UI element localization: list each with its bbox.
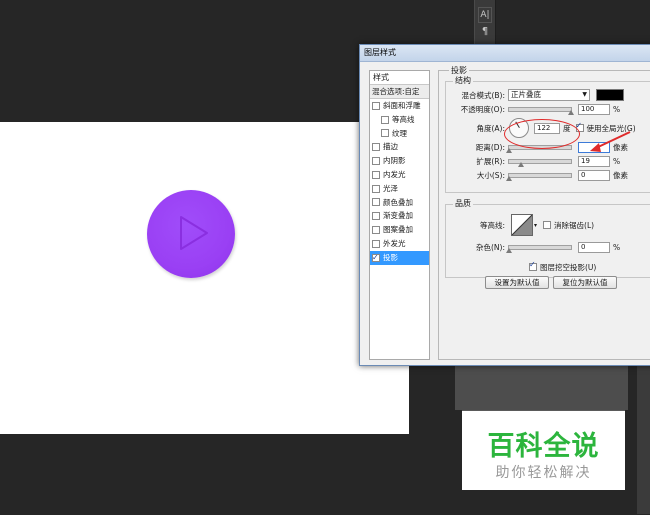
dialog-title[interactable]: 图层样式 xyxy=(360,45,650,62)
opacity-input[interactable]: 100 xyxy=(578,103,610,115)
spread-slider[interactable] xyxy=(508,158,572,167)
style-item-label: 斜面和浮雕 xyxy=(383,101,421,110)
play-button-shape xyxy=(147,190,235,278)
style-item-checkbox[interactable] xyxy=(372,251,380,264)
slider-thumb[interactable] xyxy=(568,109,574,115)
contour-curve-icon xyxy=(511,214,533,236)
reset-default-button[interactable]: 复位为默认值 xyxy=(553,276,617,289)
chevron-down-icon: ▼ xyxy=(582,91,587,98)
make-default-button[interactable]: 设置为默认值 xyxy=(485,276,549,289)
panel-background xyxy=(455,364,628,410)
slider-thumb[interactable] xyxy=(506,175,512,181)
layer-style-dialog: 图层样式 样式 混合选项:自定 斜面和浮雕等高线纹理描边内阴影内发光光泽颜色叠加… xyxy=(359,44,650,366)
angle-label: 角度(A): xyxy=(476,123,505,133)
shadow-color-swatch[interactable] xyxy=(596,89,624,101)
style-item-checkbox[interactable] xyxy=(372,157,380,166)
blend-mode-select[interactable]: 正片叠底 ▼ xyxy=(508,89,590,101)
style-list: 样式 混合选项:自定 斜面和浮雕等高线纹理描边内阴影内发光光泽颜色叠加渐变叠加图… xyxy=(369,70,430,360)
style-item[interactable]: 内发光 xyxy=(370,168,429,182)
style-item[interactable]: 图案叠加 xyxy=(370,223,429,237)
slider-thumb[interactable] xyxy=(517,161,524,167)
style-item[interactable]: 内阴影 xyxy=(370,154,429,168)
distance-label: 距离(D): xyxy=(475,142,505,152)
opacity-label: 不透明度(O): xyxy=(460,104,505,114)
style-item-label: 等高线 xyxy=(392,114,415,124)
slider-thumb[interactable] xyxy=(506,247,512,253)
paragraph-icon[interactable]: ¶ xyxy=(475,23,495,41)
style-item[interactable]: 外发光 xyxy=(370,237,429,251)
style-item-label: 内发光 xyxy=(383,169,406,179)
annotation-ellipse xyxy=(504,119,580,149)
style-item-checkbox[interactable] xyxy=(381,115,389,124)
style-item-label: 描边 xyxy=(383,142,398,152)
style-item-label: 纹理 xyxy=(392,128,407,138)
contour-picker[interactable] xyxy=(511,214,533,236)
structure-title: 结构 xyxy=(453,75,473,86)
style-item-label: 渐变叠加 xyxy=(383,211,413,221)
watermark-subtitle: 助你轻松解决 xyxy=(495,465,592,481)
style-item-label: 颜色叠加 xyxy=(383,197,413,207)
size-unit: 像素 xyxy=(613,170,628,180)
style-item-checkbox[interactable] xyxy=(372,143,380,152)
style-item[interactable]: 颜色叠加 xyxy=(370,196,429,210)
style-item-label: 外发光 xyxy=(383,238,406,248)
style-item-label: 投影 xyxy=(383,252,398,262)
style-item[interactable]: 纹理 xyxy=(370,127,429,141)
blend-mode-label: 混合模式(B): xyxy=(461,90,505,100)
style-item-checkbox[interactable] xyxy=(372,226,380,235)
anti-alias-checkbox[interactable] xyxy=(543,221,552,229)
style-item-checkbox[interactable] xyxy=(372,239,380,248)
style-item-checkbox[interactable] xyxy=(381,129,389,138)
noise-label: 杂色(N): xyxy=(476,242,505,252)
watermark-title: 百科全说 xyxy=(487,431,600,462)
style-items: 斜面和浮雕等高线纹理描边内阴影内发光光泽颜色叠加渐变叠加图案叠加外发光投影 xyxy=(370,99,429,265)
style-item[interactable]: 渐变叠加 xyxy=(370,209,429,223)
play-icon xyxy=(180,216,208,250)
styles-header[interactable]: 样式 xyxy=(370,71,429,85)
quality-title: 品质 xyxy=(453,198,473,209)
knockout-label: 图层挖空投影(U) xyxy=(540,262,597,272)
blend-options-item[interactable]: 混合选项:自定 xyxy=(370,85,429,99)
style-item-checkbox[interactable] xyxy=(372,170,380,179)
opacity-slider[interactable] xyxy=(508,106,574,115)
style-item-checkbox[interactable] xyxy=(372,198,380,207)
style-item-label: 图案叠加 xyxy=(383,225,413,235)
style-item-checkbox[interactable] xyxy=(372,101,380,110)
opacity-unit: % xyxy=(613,104,621,114)
size-slider[interactable] xyxy=(506,172,572,181)
watermark-logo: 百科全说 助你轻松解决 xyxy=(462,411,625,490)
size-input[interactable]: 0 xyxy=(578,169,610,181)
style-item-label: 光泽 xyxy=(383,183,398,193)
style-item[interactable]: 光泽 xyxy=(370,182,429,196)
style-item[interactable]: 等高线 xyxy=(370,113,429,127)
document-canvas[interactable] xyxy=(0,122,409,434)
contour-label: 等高线: xyxy=(479,220,505,230)
spread-label: 扩展(R): xyxy=(476,156,505,166)
anti-alias-label: 消除锯齿(L) xyxy=(554,220,595,230)
blend-mode-value: 正片叠底 xyxy=(511,90,541,99)
contour-dropdown-icon[interactable]: ▾ xyxy=(534,222,537,229)
size-label: 大小(S): xyxy=(476,170,505,180)
panel-edge xyxy=(637,364,650,514)
noise-input[interactable]: 0 xyxy=(578,241,610,253)
drop-shadow-settings: 投影 结构 混合模式(B): 正片叠底 ▼ 不透明度(O): 100 % 角度(… xyxy=(438,65,650,360)
dialog-body: 样式 混合选项:自定 斜面和浮雕等高线纹理描边内阴影内发光光泽颜色叠加渐变叠加图… xyxy=(360,62,650,365)
type-tool-icon[interactable]: A| xyxy=(478,7,492,23)
style-item[interactable]: 投影 xyxy=(370,251,429,265)
noise-slider[interactable] xyxy=(506,244,572,253)
annotation-arrow-icon xyxy=(590,131,631,152)
style-item[interactable]: 描边 xyxy=(370,140,429,154)
knockout-checkbox[interactable] xyxy=(529,260,537,271)
tool-strip: A| ¶ xyxy=(474,0,496,46)
slider-thumb[interactable] xyxy=(506,147,512,153)
style-item-checkbox[interactable] xyxy=(372,184,380,193)
style-item[interactable]: 斜面和浮雕 xyxy=(370,99,429,113)
style-item-checkbox[interactable] xyxy=(372,212,380,221)
noise-unit: % xyxy=(613,242,621,252)
style-item-label: 内阴影 xyxy=(383,156,406,166)
